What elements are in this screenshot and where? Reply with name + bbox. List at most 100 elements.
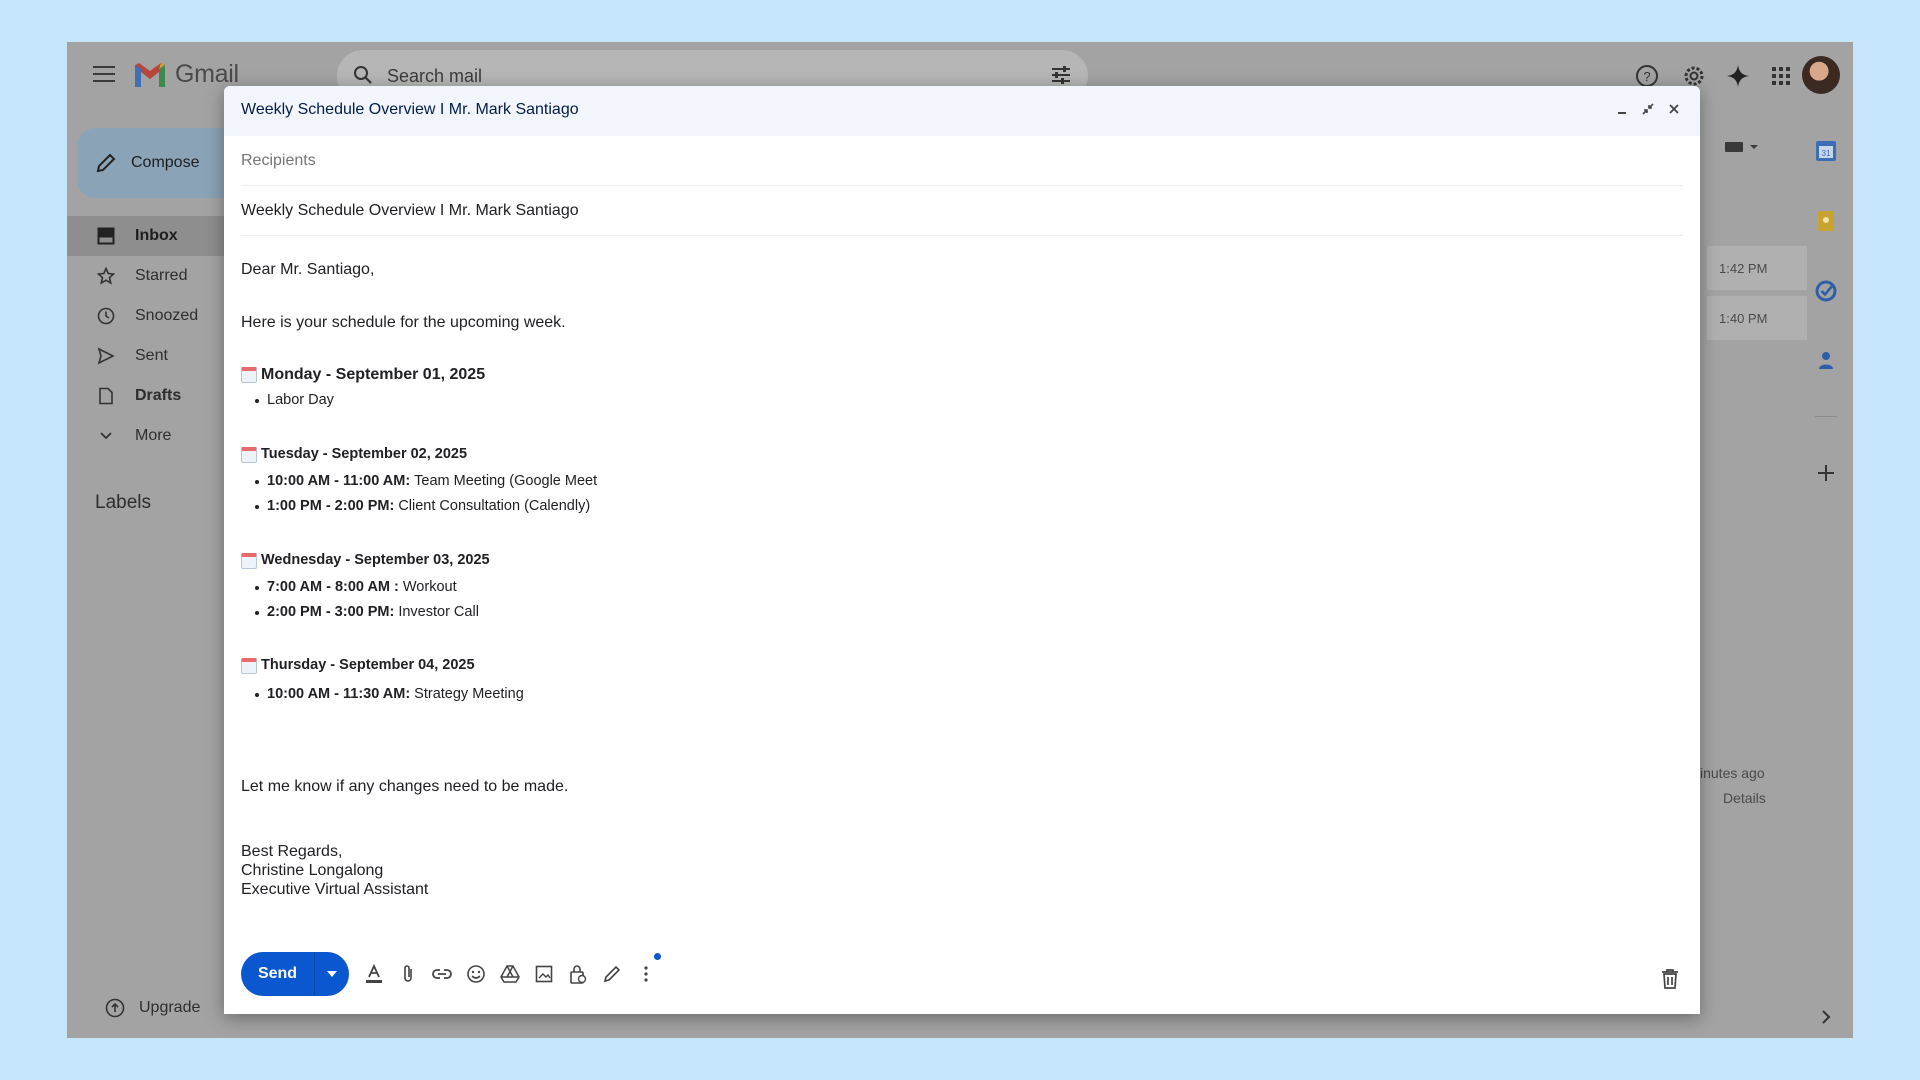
draft-icon bbox=[97, 387, 115, 405]
apps-grid-icon[interactable] bbox=[1767, 62, 1795, 90]
clock-icon bbox=[97, 307, 115, 325]
emoji-icon[interactable] bbox=[459, 957, 493, 991]
event-time: 10:00 AM - 11:30 AM: bbox=[267, 685, 411, 702]
compose-label: Compose bbox=[131, 154, 200, 171]
day-heading: Thursday - September 04, 2025 bbox=[241, 657, 475, 674]
list-item: 7:00 AM - 8:00 AM : Workout bbox=[255, 575, 479, 600]
send-icon bbox=[97, 347, 115, 365]
labels-heading: Labels bbox=[95, 492, 151, 513]
filter-options-icon[interactable] bbox=[1050, 64, 1072, 86]
event-time: 10:00 AM - 11:00 AM: bbox=[267, 472, 411, 489]
sidebar-item-more[interactable]: More bbox=[67, 416, 247, 456]
contacts-icon[interactable] bbox=[1813, 348, 1839, 374]
event-list: Labor Day bbox=[241, 388, 334, 413]
sidebar-item-label: More bbox=[135, 427, 172, 444]
gemini-sparkle-icon[interactable] bbox=[1724, 62, 1752, 90]
keep-icon[interactable] bbox=[1813, 208, 1839, 234]
event-desc: Investor Call bbox=[398, 603, 479, 620]
app-name: Gmail bbox=[175, 60, 239, 88]
email-time: 1:40 PM bbox=[1719, 311, 1768, 326]
signature: Best Regards, Christine Longalong Execut… bbox=[241, 842, 428, 899]
compose-header[interactable]: Weekly Schedule Overview I Mr. Mark Sant… bbox=[224, 86, 1700, 136]
greeting: Dear Mr. Santiago, bbox=[241, 261, 375, 278]
exit-fullscreen-icon[interactable] bbox=[1640, 100, 1656, 118]
list-item: 10:00 AM - 11:00 AM: Team Meeting (Google… bbox=[254, 469, 598, 494]
inbox-icon bbox=[97, 227, 115, 245]
event-desc: Workout bbox=[402, 578, 457, 595]
pencil-icon bbox=[96, 153, 116, 173]
event-list: 7:00 AM - 8:00 AM : Workout 2:00 PM - 3:0… bbox=[241, 575, 479, 625]
discard-draft-icon[interactable] bbox=[1657, 966, 1683, 992]
event-time: 7:00 AM - 8:00 AM : bbox=[267, 578, 399, 595]
minimize-icon[interactable] bbox=[1614, 100, 1630, 118]
list-item: 10:00 AM - 11:30 AM: Strategy Meeting bbox=[255, 682, 524, 707]
sidebar-item-label: Drafts bbox=[135, 387, 182, 404]
day-title: Wednesday - September 03, 2025 bbox=[261, 552, 490, 568]
sidebar-item-label: Inbox bbox=[135, 227, 178, 244]
caret-down-icon bbox=[327, 971, 337, 977]
google-drive-icon[interactable] bbox=[493, 957, 527, 991]
sidebar-item-label: Starred bbox=[135, 267, 188, 284]
sidebar-nav: Inbox Starred Snoozed Sent Drafts More bbox=[67, 216, 247, 456]
keyboard-toggle[interactable] bbox=[1724, 140, 1760, 154]
upgrade-button[interactable]: Upgrade bbox=[105, 998, 200, 1018]
event-time: 2:00 PM - 3:00 PM: bbox=[267, 603, 395, 620]
compose-toolbar: Send bbox=[241, 951, 663, 997]
text-format-icon[interactable] bbox=[357, 957, 391, 991]
event-desc: Labor Day bbox=[267, 391, 334, 408]
main-menu-icon[interactable] bbox=[93, 66, 115, 82]
signature-pen-icon[interactable] bbox=[595, 957, 629, 991]
send-button-group: Send bbox=[241, 952, 349, 996]
close-icon[interactable] bbox=[1666, 100, 1682, 118]
gmail-logo[interactable]: Gmail bbox=[133, 60, 239, 89]
day-title: Tuesday - September 02, 2025 bbox=[261, 446, 468, 462]
schedule-send-dropdown[interactable] bbox=[315, 952, 349, 996]
window-controls bbox=[1614, 100, 1682, 118]
attach-file-icon[interactable] bbox=[391, 957, 425, 991]
signature-line: Executive Virtual Assistant bbox=[241, 881, 429, 898]
last-activity-text: inutes ago bbox=[1700, 765, 1765, 781]
rail-divider bbox=[1815, 416, 1837, 417]
chevron-down-icon bbox=[97, 427, 115, 445]
subject-field[interactable]: Weekly Schedule Overview I Mr. Mark Sant… bbox=[241, 186, 1683, 236]
more-options-icon[interactable] bbox=[629, 953, 663, 991]
search-icon[interactable] bbox=[351, 63, 375, 87]
day-title: Thursday - September 04, 2025 bbox=[261, 657, 475, 673]
star-icon bbox=[97, 267, 115, 285]
tasks-icon[interactable] bbox=[1813, 278, 1839, 304]
sidebar-item-sent[interactable]: Sent bbox=[67, 336, 247, 376]
gmail-m-icon bbox=[135, 62, 165, 87]
insert-photo-icon[interactable] bbox=[527, 957, 561, 991]
day-heading: Wednesday - September 03, 2025 bbox=[241, 552, 490, 569]
intro-text: Here is your schedule for the upcoming w… bbox=[241, 314, 566, 331]
confidential-mode-icon[interactable] bbox=[561, 957, 595, 991]
day-heading: Tuesday - September 02, 2025 bbox=[241, 446, 467, 463]
calendar-icon[interactable]: 31 bbox=[1813, 138, 1839, 164]
recipients-field[interactable]: Recipients bbox=[241, 136, 1683, 186]
add-addon-icon[interactable] bbox=[1813, 460, 1839, 486]
sidebar-item-starred[interactable]: Starred bbox=[67, 256, 247, 296]
compose-button[interactable]: Compose bbox=[77, 128, 247, 198]
account-avatar[interactable] bbox=[1802, 56, 1840, 94]
formatting-icons bbox=[357, 953, 663, 991]
day-title: Monday - September 01, 2025 bbox=[261, 366, 486, 383]
sidebar-item-label: Snoozed bbox=[135, 307, 199, 324]
svg-text:?: ? bbox=[1643, 69, 1650, 84]
sidebar-item-inbox[interactable]: Inbox bbox=[67, 216, 247, 256]
email-time: 1:42 PM bbox=[1719, 261, 1768, 276]
sidebar-item-drafts[interactable]: Drafts bbox=[67, 376, 247, 416]
insert-link-icon[interactable] bbox=[425, 957, 459, 991]
details-link[interactable]: Details bbox=[1723, 790, 1766, 806]
event-desc: Team Meeting (Google Meet bbox=[414, 472, 598, 489]
send-button[interactable]: Send bbox=[241, 952, 315, 996]
calendar-emoji-icon bbox=[241, 366, 257, 383]
calendar-emoji-icon bbox=[241, 657, 257, 674]
sidebar-item-snoozed[interactable]: Snoozed bbox=[67, 296, 247, 336]
upgrade-icon bbox=[105, 998, 125, 1018]
event-time: 1:00 PM - 2:00 PM: bbox=[267, 497, 395, 514]
event-list: 10:00 AM - 11:00 AM: Team Meeting (Google… bbox=[241, 469, 597, 519]
closing-line: Let me know if any changes need to be ma… bbox=[241, 778, 569, 795]
chevron-right-icon[interactable] bbox=[1813, 1004, 1839, 1030]
day-heading: Monday - September 01, 2025 bbox=[241, 365, 485, 384]
upgrade-label: Upgrade bbox=[139, 999, 201, 1016]
